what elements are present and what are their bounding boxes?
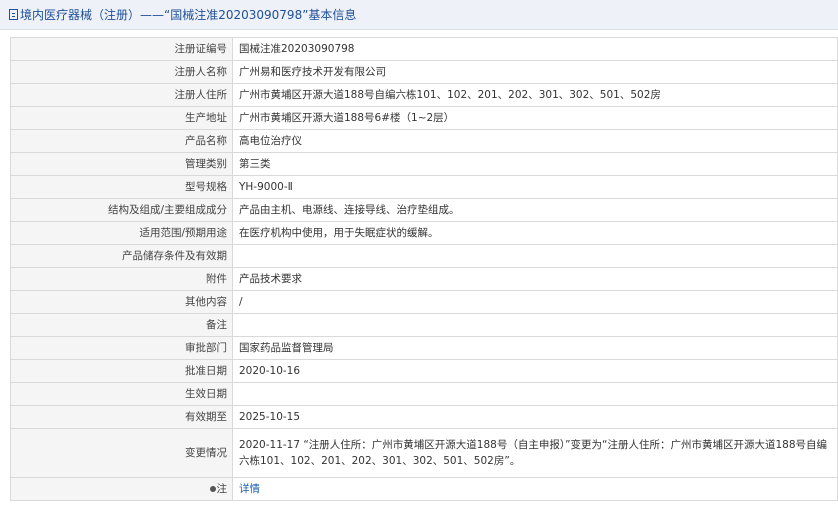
table-row: 注册人住所 广州市黄埔区开源大道188号自编六栋101、102、201、202、… [10,83,838,107]
table-row: 适用范围/预期用途 在医疗机构中使用，用于失眠症状的缓解。 [10,221,838,245]
row-label: 其他内容 [10,290,233,314]
note-value-cell: 详情 [232,477,838,501]
info-table: 注册证编号 国械注准20203090798 注册人名称 广州易和医疗技术开发有限… [10,37,838,501]
table-row: 产品储存条件及有效期 [10,244,838,268]
table-row: 注册人名称 广州易和医疗技术开发有限公司 [10,60,838,84]
table-row: 附件 产品技术要求 [10,267,838,291]
row-value [232,382,838,406]
row-value: 产品技术要求 [232,267,838,291]
row-value: YH-9000-Ⅱ [232,175,838,199]
table-row: 审批部门 国家药品监督管理局 [10,336,838,360]
table-row: 产品名称 高电位治疗仪 [10,129,838,153]
row-value: 国械注准20203090798 [232,37,838,61]
note-label: 注 [216,483,228,495]
row-value: / [232,290,838,314]
row-label: 管理类别 [10,152,233,176]
row-label: 变更情况 [10,428,233,478]
row-label: 审批部门 [10,336,233,360]
table-row: 生产地址 广州市黄埔区开源大道188号6#楼（1~2层） [10,106,838,130]
table-row: 有效期至 2025-10-15 [10,405,838,429]
row-value: 第三类 [232,152,838,176]
document-icon [9,9,18,20]
row-value: 在医疗机构中使用，用于失眠症状的缓解。 [232,221,838,245]
table-row: 生效日期 [10,382,838,406]
row-value [232,244,838,268]
row-label: 注册人住所 [10,83,233,107]
table-row: 注 详情 [10,477,838,501]
detail-link[interactable]: 详情 [239,483,260,495]
row-label: 批准日期 [10,359,233,383]
table-row: 结构及组成/主要组成成分 产品由主机、电源线、连接导线、治疗垫组成。 [10,198,838,222]
row-value: 国家药品监督管理局 [232,336,838,360]
row-value: 高电位治疗仪 [232,129,838,153]
row-value: 2020-11-17 “注册人住所：广州市黄埔区开源大道188号（自主申报）”变… [232,428,838,478]
row-label: 产品名称 [10,129,233,153]
row-value [232,313,838,337]
row-label: 生效日期 [10,382,233,406]
row-label: 备注 [10,313,233,337]
row-label: 适用范围/预期用途 [10,221,233,245]
row-label: 结构及组成/主要组成成分 [10,198,233,222]
row-value: 广州市黄埔区开源大道188号6#楼（1~2层） [232,106,838,130]
table-row: 管理类别 第三类 [10,152,838,176]
row-value: 广州市黄埔区开源大道188号自编六栋101、102、201、202、301、30… [232,83,838,107]
row-label: 注册人名称 [10,60,233,84]
table-row: 注册证编号 国械注准20203090798 [10,37,838,61]
table-row: 备注 [10,313,838,337]
table-row: 变更情况 2020-11-17 “注册人住所：广州市黄埔区开源大道188号（自主… [10,428,838,478]
row-value: 2020-10-16 [232,359,838,383]
row-label: 有效期至 [10,405,233,429]
pin-icon [209,486,216,492]
row-label: 产品储存条件及有效期 [10,244,233,268]
row-value: 广州易和医疗技术开发有限公司 [232,60,838,84]
table-row: 型号规格 YH-9000-Ⅱ [10,175,838,199]
row-value: 2025-10-15 [232,405,838,429]
row-value: 产品由主机、电源线、连接导线、治疗垫组成。 [232,198,838,222]
row-label: 生产地址 [10,106,233,130]
table-row: 其他内容 / [10,290,838,314]
page-header: 境内医疗器械（注册）——“国械注准20203090798”基本信息 [0,0,838,30]
row-label: 型号规格 [10,175,233,199]
note-label-cell: 注 [10,477,233,501]
page-title: 境内医疗器械（注册）——“国械注准20203090798”基本信息 [20,8,357,22]
table-row: 批准日期 2020-10-16 [10,359,838,383]
row-label: 注册证编号 [10,37,233,61]
row-label: 附件 [10,267,233,291]
